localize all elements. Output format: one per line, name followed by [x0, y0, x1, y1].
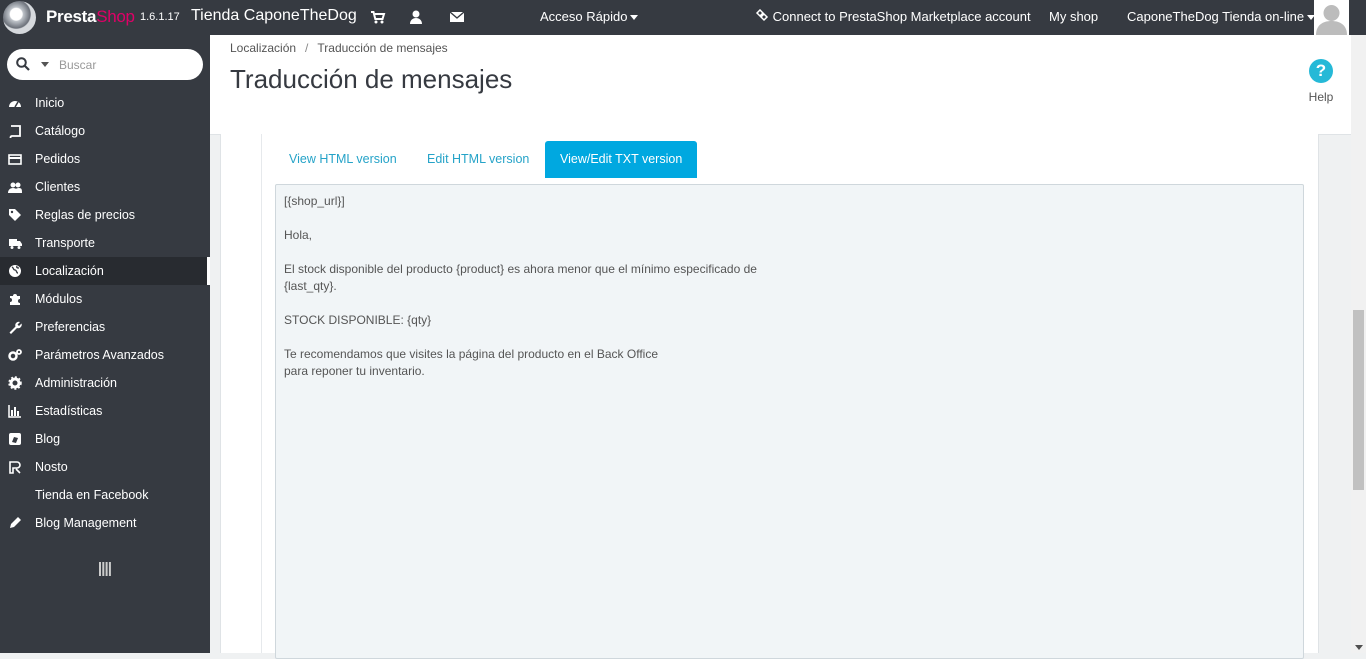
sidebar-item-16[interactable]: Blog Management [0, 509, 210, 537]
version-label: 1.6.1.17 [140, 11, 180, 23]
search-box [7, 49, 203, 80]
link-icon [755, 8, 769, 22]
users-icon [8, 182, 22, 193]
truck-icon [9, 239, 22, 249]
sidebar-item-label: Reglas de precios [35, 208, 136, 222]
sidebar-item-label: Estadísticas [35, 404, 103, 418]
help-label: Help [1308, 90, 1334, 104]
bar-chart-icon [8, 405, 21, 418]
scrollbar-thumb[interactable] [1353, 310, 1364, 490]
breadcrumb-item: Traducción de mensajes [317, 41, 448, 55]
search-type-chevron-icon[interactable] [41, 62, 49, 67]
pencil-icon [10, 517, 21, 528]
help-button[interactable]: ? Help [1306, 59, 1336, 104]
globe-icon [9, 265, 21, 277]
sidebar-item-label: Parámetros Avanzados [35, 348, 165, 362]
sidebar-item-4[interactable]: Clientes [0, 173, 210, 201]
sidebar-item-label: Pedidos [35, 152, 81, 166]
envelope-icon[interactable] [449, 9, 465, 25]
txt-email-textarea[interactable]: [{shop_url}] Hola, El stock disponible d… [275, 184, 1304, 659]
sidebar: Inicio Catálogo Pedidos Clientes Reglas de p… [0, 35, 210, 653]
question-circle-icon: ? [1309, 59, 1333, 83]
sidebar-item-13[interactable]: Blog [0, 425, 210, 453]
top-navbar: PrestaShop 1.6.1.17 Tienda CaponeTheDog … [0, 0, 1366, 35]
sidebar-item-2[interactable]: Catálogo [0, 117, 210, 145]
quick-access-dropdown[interactable]: Acceso Rápido [540, 9, 639, 24]
cog-icon [8, 376, 22, 390]
panel-divider [261, 134, 262, 653]
user-icon[interactable] [408, 9, 424, 25]
my-shop-link[interactable]: My shop [1049, 9, 1098, 24]
sidebar-item-6[interactable]: Transporte [0, 229, 210, 257]
scroll-down-arrow-icon[interactable] [1355, 645, 1363, 650]
employee-avatar[interactable] [1314, 0, 1349, 35]
translation-panel: View HTML version Edit HTML version View… [220, 134, 1319, 659]
sidebar-item-label: Catálogo [35, 124, 86, 138]
book-icon [9, 125, 21, 138]
credit-card-icon [8, 154, 22, 165]
sidebar-item-label: Clientes [35, 180, 81, 194]
cart-icon[interactable] [370, 9, 386, 25]
sidebar-item-5[interactable]: Reglas de precios [0, 201, 210, 229]
sidebar-item-label: Administración [35, 376, 117, 390]
sidebar-item-11[interactable]: Administración [0, 369, 210, 397]
breadcrumb: Localización / Traducción de mensajes [230, 41, 448, 55]
sidebar-item-1[interactable]: Inicio [0, 89, 210, 117]
marketplace-connect-link[interactable]: Connect to PrestaShop Marketplace accoun… [755, 8, 1031, 24]
page-title: Traducción de mensajes [230, 64, 513, 94]
cogs-icon [8, 349, 22, 361]
sidebar-item-label: Blog [35, 432, 61, 446]
search-icon[interactable] [16, 57, 30, 71]
chevron-down-icon [630, 15, 639, 21]
prestashop-logo[interactable] [3, 1, 36, 34]
sidebar-item-label: Localización [35, 264, 104, 278]
tags-icon [9, 209, 21, 221]
wrench-icon [9, 321, 22, 334]
sidebar-item-8[interactable]: Módulos [0, 285, 210, 313]
sidebar-item-10[interactable]: Parámetros Avanzados [0, 341, 210, 369]
search-input[interactable] [57, 55, 191, 75]
blog-icon [9, 433, 21, 445]
sidebar-item-label: Tienda en Facebook [35, 488, 149, 502]
breadcrumb-separator: / [305, 41, 309, 55]
page-header: Localización / Traducción de mensajes Trad… [210, 35, 1351, 135]
prestashop-wordmark: PrestaShop [46, 7, 135, 26]
sidebar-item-label: Inicio [35, 96, 65, 110]
collapse-menu-icon[interactable] [99, 562, 111, 576]
sidebar-item-9[interactable]: Preferencias [0, 313, 210, 341]
sidebar-item-7[interactable]: Localización [0, 257, 210, 285]
sidebar-item-label: Módulos [35, 292, 83, 306]
sidebar-item-label: Transporte [35, 236, 95, 250]
breadcrumb-item[interactable]: Localización [230, 41, 296, 55]
sidebar-item-15[interactable]: Tienda en Facebook [0, 481, 210, 509]
sidebar-item-14[interactable]: Nosto [0, 453, 210, 481]
nosto-icon [9, 461, 21, 474]
main-menu: Inicio Catálogo Pedidos Clientes Reglas de p… [0, 89, 210, 537]
dashboard-icon [9, 101, 21, 108]
sidebar-item-label: Nosto [35, 460, 68, 474]
tab-edit-html[interactable]: Edit HTML version [412, 141, 544, 178]
tab-view-html[interactable]: View HTML version [274, 141, 412, 178]
page-scrollbar[interactable] [1351, 35, 1366, 653]
sidebar-item-label: Blog Management [35, 516, 137, 530]
sidebar-item-12[interactable]: Estadísticas [0, 397, 210, 425]
shop-selector-dropdown[interactable]: CaponeTheDog Tienda on-line [1127, 9, 1316, 24]
sidebar-item-3[interactable]: Pedidos [0, 145, 210, 173]
puzzle-icon [10, 294, 20, 305]
avatar-icon [1314, 0, 1349, 35]
shop-name-link[interactable]: Tienda CaponeTheDog [191, 7, 357, 25]
tab-view-edit-txt[interactable]: View/Edit TXT version [545, 141, 698, 178]
sidebar-item-label: Preferencias [35, 320, 106, 334]
